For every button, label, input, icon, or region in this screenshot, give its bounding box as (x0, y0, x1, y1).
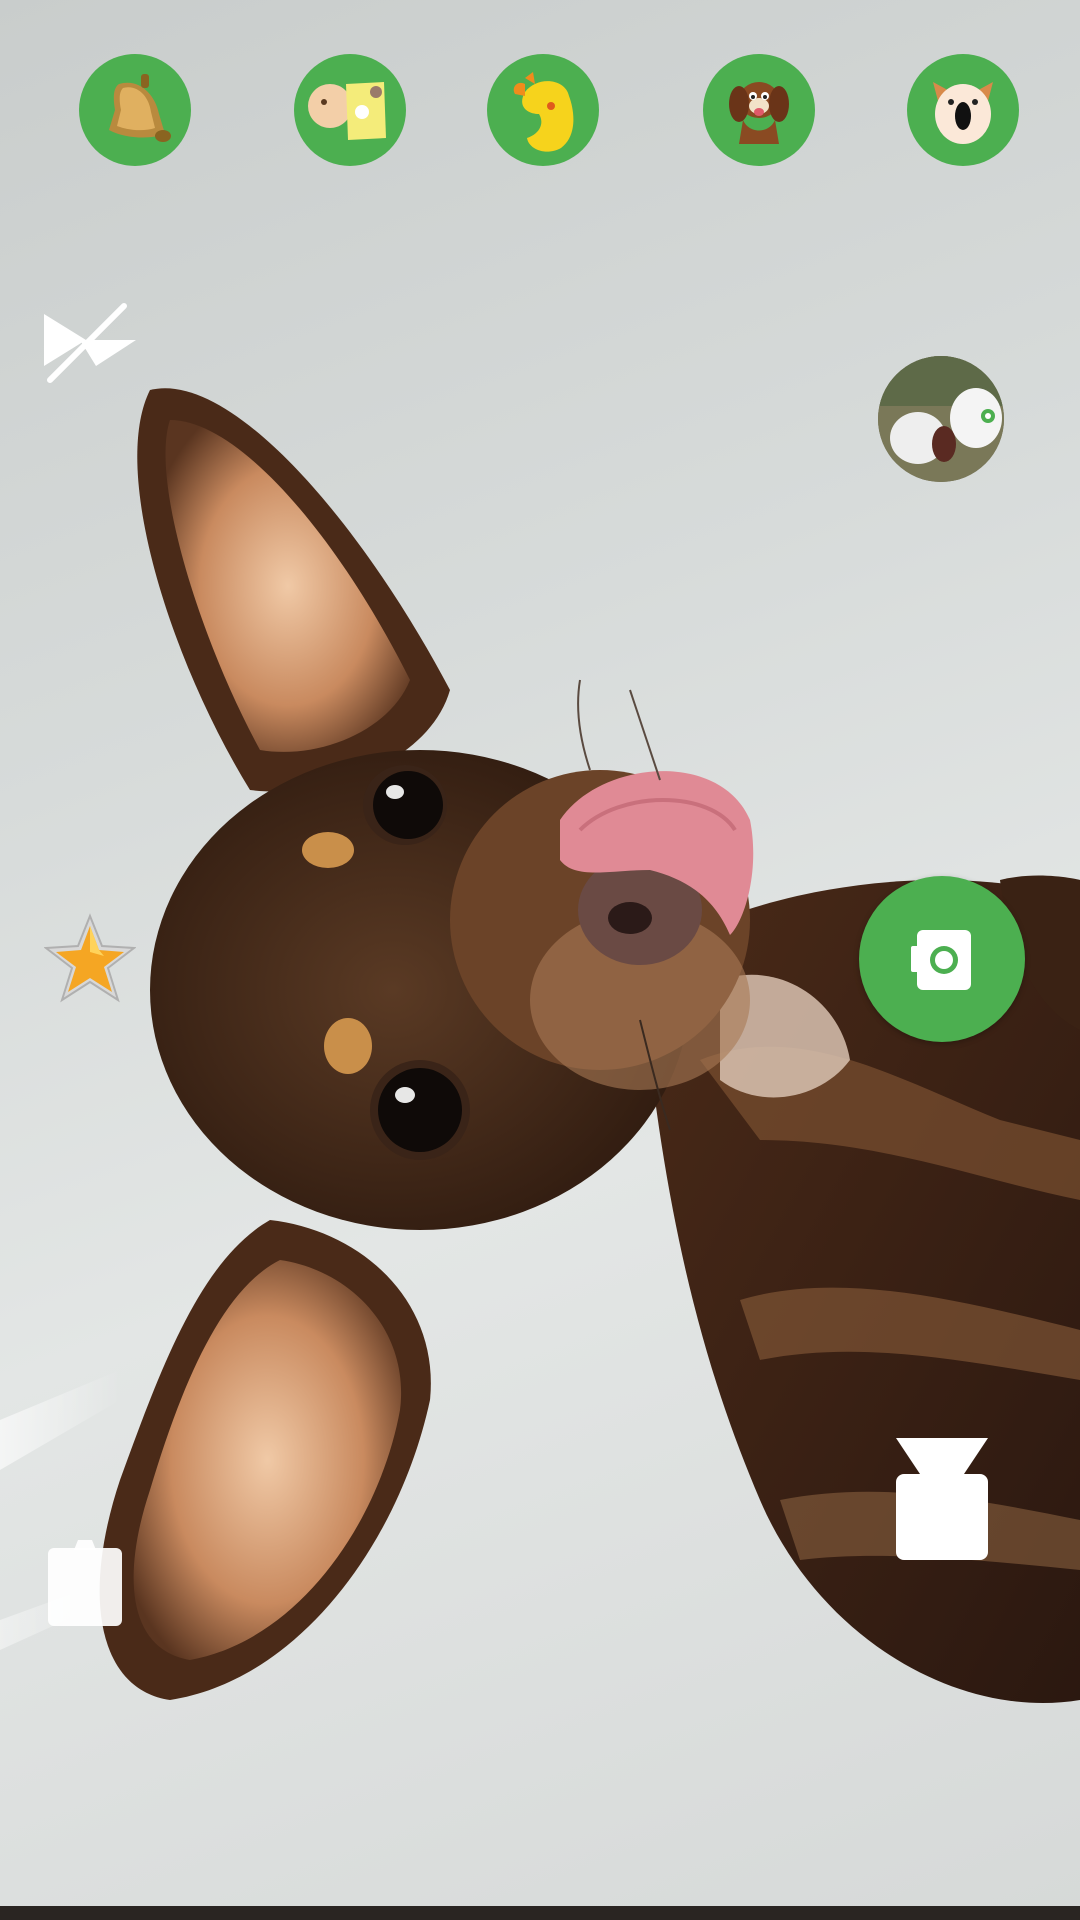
switch-camera-icon (896, 1438, 988, 1560)
dog-face-icon (933, 82, 993, 144)
capture-button[interactable] (859, 876, 1025, 1042)
flash-off-icon (44, 303, 136, 383)
bottom-edge (0, 1906, 1080, 1920)
camera-icon (911, 930, 971, 990)
sound-button-duck[interactable] (487, 54, 599, 166)
sound-button-puppy[interactable] (703, 54, 815, 166)
switch-camera-button[interactable] (890, 1434, 994, 1564)
baby-icon (308, 82, 386, 140)
camera-screen (0, 0, 1080, 1920)
duck-icon (513, 72, 574, 152)
star-icon (43, 913, 137, 1003)
sound-button-dog-face[interactable] (907, 54, 1019, 166)
share-icon (48, 1540, 122, 1626)
gallery-thumbnail-button[interactable] (878, 356, 1004, 482)
sound-button-bell[interactable] (79, 54, 191, 166)
flash-toggle-button[interactable] (40, 300, 140, 386)
share-button[interactable] (44, 1536, 126, 1630)
puppy-icon (729, 82, 789, 144)
favorite-button[interactable] (43, 912, 137, 1004)
bell-icon (109, 74, 171, 142)
gallery-thumbnail (878, 356, 1004, 482)
sound-button-baby[interactable] (294, 54, 406, 166)
